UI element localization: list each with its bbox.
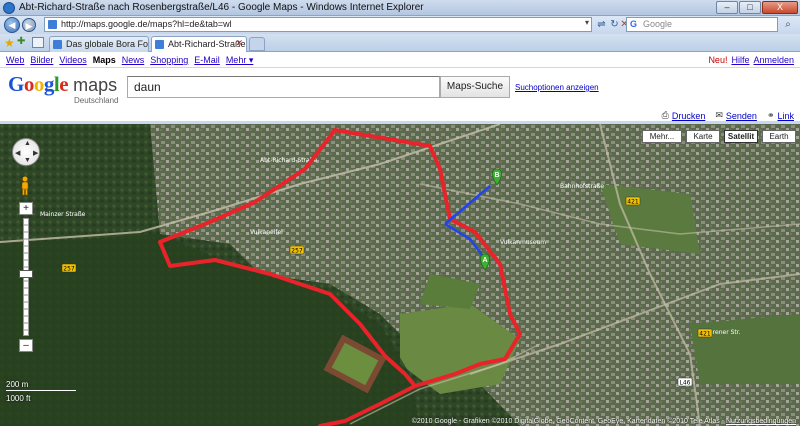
forward-arrow-icon[interactable]: ▶ — [22, 18, 36, 32]
map-canvas[interactable]: Mainzer Straße Abt-Richard-Straße Bahnho… — [0, 124, 800, 426]
nav-videos[interactable]: Videos — [59, 55, 86, 66]
road-shield-l46: L46 — [677, 377, 693, 387]
print-action[interactable]: ⎙ Drucken — [662, 110, 706, 121]
maps-search-button[interactable]: Maps-Suche — [440, 76, 510, 98]
nav-bilder[interactable]: Bilder — [30, 55, 53, 66]
window-title: Abt-Richard-Straße nach Rosenbergstraße/… — [19, 2, 424, 13]
zoom-slider-handle[interactable] — [19, 270, 33, 278]
tab-favicon-icon — [155, 40, 164, 49]
tab-favicon-icon — [53, 40, 62, 49]
nav-email[interactable]: E-Mail — [194, 55, 220, 66]
scale-metric: 200 m — [6, 380, 29, 389]
pan-up-icon[interactable]: ▲ — [24, 140, 31, 147]
road-shield-421a: 421 — [625, 196, 641, 206]
page-actions: ⎙ Drucken ✉ Senden ⚭ Link — [662, 110, 794, 121]
road-shield-257a: 257 — [61, 263, 77, 273]
pegman-icon[interactable] — [20, 176, 30, 196]
nav-shopping[interactable]: Shopping — [150, 55, 188, 66]
google-search-icon: G — [630, 19, 638, 29]
nav-web[interactable]: Web — [6, 55, 24, 66]
google-wordmark: Google — [8, 72, 69, 96]
account-links: Neu! Hilfe Anmelden — [708, 55, 794, 65]
svg-text:B: B — [494, 172, 499, 179]
google-services-nav: Web Bilder Videos Maps News Shopping E-M… — [6, 55, 253, 66]
window-controls: – □ X — [716, 1, 798, 14]
window-titlebar: Abt-Richard-Straße nach Rosenbergstraße/… — [0, 0, 800, 16]
pan-down-icon[interactable]: ▼ — [24, 157, 31, 164]
svg-text:257: 257 — [63, 266, 75, 273]
logo-country: Deutschland — [74, 96, 119, 105]
google-bar-divider — [0, 67, 800, 68]
terms-link[interactable]: Nutzungsbedingungen — [726, 418, 796, 425]
url-dropdown-icon[interactable]: ▾ — [585, 18, 589, 27]
close-button[interactable]: X — [762, 1, 798, 14]
map-copyright: ©2010 Google - Grafiken ©2010 DigitalGlo… — [411, 418, 796, 425]
google-maps-logo[interactable]: Google maps Deutschland — [8, 72, 128, 105]
link-icon: ⚭ — [766, 110, 775, 120]
svg-text:257: 257 — [291, 248, 303, 255]
pan-left-icon[interactable]: ◀ — [15, 149, 20, 157]
page-content: Web Bilder Videos Maps News Shopping E-M… — [0, 52, 800, 426]
google-bar: Web Bilder Videos Maps News Shopping E-M… — [0, 54, 800, 68]
zoom-control: + – — [19, 202, 33, 352]
maps-search-input[interactable]: daun — [127, 76, 440, 98]
page-favicon-icon — [48, 20, 57, 29]
road-shield-421b: 421 — [697, 328, 713, 338]
tab-label: Das globale Bora Forum — [66, 39, 149, 49]
svg-text:Bahnhofstraße: Bahnhofstraße — [560, 183, 604, 190]
maps-wordmark: maps — [73, 75, 118, 95]
quick-tabs-icon[interactable] — [32, 37, 44, 48]
zoom-in-button[interactable]: + — [19, 202, 33, 215]
minimize-button[interactable]: – — [716, 1, 738, 14]
tab-google-maps[interactable]: Abt-Richard-Straße nac... ✕ — [151, 36, 247, 52]
browser-search-placeholder: Google — [643, 19, 673, 29]
zoom-out-button[interactable]: – — [19, 339, 33, 352]
svg-text:A: A — [482, 257, 487, 264]
search-options-link[interactable]: Suchoptionen anzeigen — [515, 83, 599, 92]
link-action[interactable]: ⚭ Link — [767, 110, 794, 121]
road-shield-257b: 257 — [289, 245, 305, 255]
tabs-bar: ★ ✚ Das globale Bora Forum Abt-Richard-S… — [0, 34, 800, 52]
mail-icon: ✉ — [715, 110, 723, 120]
send-action[interactable]: ✉ Senden — [715, 110, 757, 121]
new-badge: Neu! — [708, 55, 728, 65]
svg-text:Vulkanmuseum: Vulkanmuseum — [500, 239, 546, 246]
pan-right-icon[interactable]: ▶ — [33, 149, 38, 157]
map-type-map-button[interactable]: Karte — [686, 130, 720, 143]
back-arrow-icon[interactable]: ◀ — [4, 17, 20, 33]
svg-text:Vulkaneifel: Vulkaneifel — [250, 229, 283, 236]
maximize-button[interactable]: □ — [739, 1, 761, 14]
browser-search-input[interactable]: G Google — [626, 17, 778, 32]
new-tab-button[interactable] — [249, 37, 265, 51]
svg-text:421: 421 — [627, 199, 639, 206]
scale-imperial: 1000 ft — [6, 394, 31, 403]
svg-text:Mainzer Straße: Mainzer Straße — [40, 211, 86, 218]
map-type-switcher: Mehr... Karte Satellit Earth — [642, 130, 796, 143]
url-field[interactable]: http://maps.google.de/maps?hl=de&tab=wl … — [44, 17, 592, 32]
pan-control[interactable]: ▲ ▼ ◀ ▶ — [12, 138, 40, 166]
nav-news[interactable]: News — [122, 55, 145, 66]
satellite-imagery: Mainzer Straße Abt-Richard-Straße Bahnho… — [0, 124, 800, 426]
add-favorites-icon[interactable]: ✚ — [17, 36, 25, 47]
signin-link[interactable]: Anmelden — [753, 55, 794, 65]
map-type-satellite-button[interactable]: Satellit — [724, 130, 758, 143]
tab-bora-forum[interactable]: Das globale Bora Forum — [49, 36, 149, 52]
svg-text:421: 421 — [699, 331, 711, 338]
help-link[interactable]: Hilfe — [731, 55, 749, 65]
svg-text:L46: L46 — [680, 380, 691, 387]
map-type-more-button[interactable]: Mehr... — [642, 130, 682, 143]
nav-more[interactable]: Mehr ▾ — [226, 55, 254, 66]
url-text: http://maps.google.de/maps?hl=de&tab=wl — [61, 19, 232, 29]
address-toolbar: ◀ ▶ http://maps.google.de/maps?hl=de&tab… — [0, 16, 800, 34]
scale-bar — [6, 390, 76, 391]
tab-close-icon[interactable]: ✕ — [235, 38, 243, 49]
print-icon: ⎙ — [661, 110, 669, 120]
ie-app-icon — [3, 2, 15, 14]
map-type-earth-button[interactable]: Earth — [762, 130, 796, 143]
favorites-star-icon[interactable]: ★ — [4, 36, 15, 50]
nav-maps: Maps — [92, 55, 116, 65]
compatibility-icon[interactable]: ⇌ — [595, 18, 608, 31]
search-magnifier-icon[interactable]: ⌕ — [781, 18, 795, 31]
